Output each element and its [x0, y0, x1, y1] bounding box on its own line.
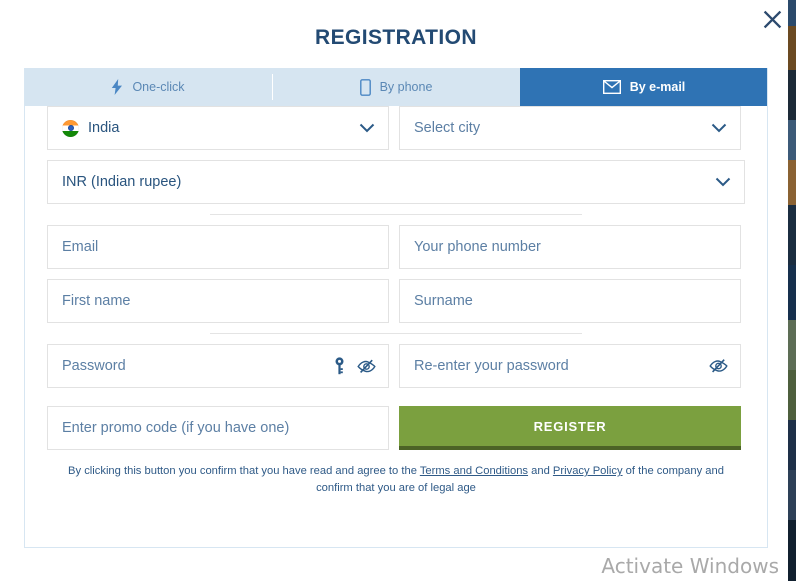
country-select-value: India [88, 120, 120, 136]
windows-activation-watermark: Activate Windows [601, 553, 779, 579]
password-field-placeholder: Password [62, 358, 126, 374]
surname-field[interactable]: Surname [399, 279, 741, 323]
eye-slash-icon[interactable] [357, 359, 376, 374]
currency-row: INR (Indian rupee) [47, 160, 745, 204]
first-name-field-placeholder: First name [62, 293, 131, 309]
mobile-phone-icon [359, 78, 371, 96]
city-select-placeholder: Select city [414, 120, 481, 136]
tab-one-click[interactable]: One-click [24, 68, 272, 106]
surname-field-placeholder: Surname [414, 293, 473, 309]
country-select[interactable]: India [47, 106, 389, 150]
watermark-line-1: Activate Windows [601, 554, 779, 578]
india-flag-icon [62, 119, 79, 137]
registration-form: India Select city INR (Indian rupee) Ema… [24, 106, 768, 497]
phone-field-placeholder: Your phone number [414, 239, 541, 255]
city-select[interactable]: Select city [399, 106, 741, 150]
phone-field[interactable]: Your phone number [399, 225, 741, 269]
section-divider-contact [210, 214, 582, 215]
name-row: First name Surname [47, 279, 745, 323]
privacy-policy-link[interactable]: Privacy Policy [553, 465, 623, 477]
close-icon[interactable] [757, 4, 787, 34]
eye-slash-icon[interactable] [709, 359, 728, 374]
password-confirm-field-placeholder: Re-enter your password [414, 358, 569, 374]
chevron-down-icon [359, 123, 375, 133]
key-icon[interactable] [333, 357, 346, 375]
legal-text-before: By clicking this button you confirm that… [68, 465, 420, 477]
currency-select[interactable]: INR (Indian rupee) [47, 160, 745, 204]
terms-and-conditions-link[interactable]: Terms and Conditions [420, 465, 528, 477]
email-field[interactable]: Email [47, 225, 389, 269]
legal-text-middle: and [528, 465, 553, 477]
registration-modal: REGISTRATION One-click By phone By e-mai… [24, 0, 768, 548]
currency-select-value: INR (Indian rupee) [62, 174, 182, 190]
tab-one-click-label: One-click [132, 80, 185, 94]
registration-method-tabs: One-click By phone By e-mail [24, 68, 768, 106]
password-row: Password Re-enter your password [47, 344, 745, 388]
tab-by-phone[interactable]: By phone [272, 68, 520, 106]
tab-by-email[interactable]: By e-mail [520, 68, 768, 106]
legal-disclaimer: By clicking this button you confirm that… [47, 463, 745, 497]
lightning-bolt-icon [111, 79, 123, 95]
chevron-down-icon [715, 177, 731, 187]
promo-code-field-placeholder: Enter promo code (if you have one) [62, 420, 290, 436]
promo-register-row: Enter promo code (if you have one) REGIS… [47, 406, 745, 450]
page-title: REGISTRATION [315, 26, 477, 49]
register-button[interactable]: REGISTER [399, 406, 741, 450]
section-divider-password [210, 333, 582, 334]
promo-code-field[interactable]: Enter promo code (if you have one) [47, 406, 389, 450]
password-confirm-field[interactable]: Re-enter your password [399, 344, 741, 388]
chevron-down-icon [711, 123, 727, 133]
password-field[interactable]: Password [47, 344, 389, 388]
background-page-strip [788, 0, 796, 581]
envelope-icon [602, 80, 621, 94]
country-city-row: India Select city [47, 106, 745, 150]
first-name-field[interactable]: First name [47, 279, 389, 323]
email-phone-row: Email Your phone number [47, 225, 745, 269]
tab-by-phone-label: By phone [379, 80, 433, 94]
email-field-placeholder: Email [62, 239, 99, 255]
tab-by-email-label: By e-mail [629, 80, 686, 94]
